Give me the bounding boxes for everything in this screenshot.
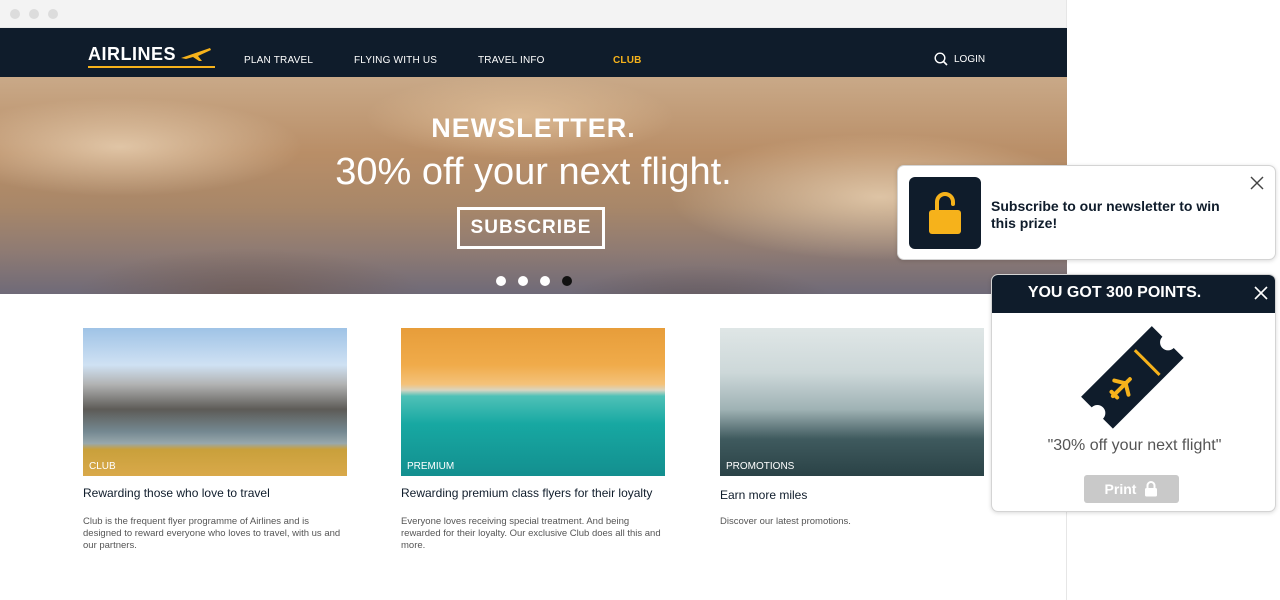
card-text: Everyone loves receiving special treatme… [401,516,661,551]
points-popup: YOU GOT 300 POINTS. "30% off your next f… [991,274,1276,512]
print-button[interactable]: Print [1084,475,1179,503]
search-icon[interactable] [934,52,948,66]
card-image-mountains[interactable]: CLUB [83,328,347,476]
carousel-dot[interactable] [540,276,550,286]
card-image-forest[interactable]: PROMOTIONS [720,328,984,476]
unlock-icon [929,192,961,234]
card-club[interactable]: CLUB Rewarding those who love to travel … [83,328,347,552]
browser-chrome [0,0,1066,28]
window-dot[interactable] [48,9,58,19]
card-title[interactable]: Earn more miles [720,488,984,502]
points-popup-quote: "30% off your next flight" [1047,437,1222,454]
airlines-logo[interactable]: AIRLINES [88,42,215,68]
newsletter-popup-text: Subscribe to our newsletter to win this … [991,198,1220,231]
logo-text: AIRLINES [88,43,177,64]
carousel-dot-active[interactable] [562,276,572,286]
login-label[interactable]: LOGIN [954,54,985,65]
newsletter-popup: Subscribe to our newsletter to win this … [897,165,1276,260]
card-tag: PROMOTIONS [726,461,795,472]
ticket-icon [1081,326,1184,429]
browser-window: AIRLINES PLAN TRAVEL FLYING WITH US TRAV… [0,0,1067,600]
card-promotions[interactable]: PROMOTIONS Earn more miles Discover our … [720,328,984,528]
card-image-beach[interactable]: PREMIUM [401,328,665,476]
window-dot[interactable] [29,9,39,19]
hero-title: NEWSLETTER. [431,113,636,143]
points-popup-title: YOU GOT 300 POINTS. [1027,284,1202,301]
subscribe-button[interactable]: SUBSCRIBE [457,207,605,249]
card-title[interactable]: Rewarding premium class flyers for their… [401,486,665,500]
carousel-dots [496,276,572,286]
card-tag: PREMIUM [407,461,455,472]
points-popup-header: YOU GOT 300 POINTS. [992,275,1275,313]
close-icon[interactable] [1254,286,1268,300]
card-title[interactable]: Rewarding those who love to travel [83,486,347,500]
nav-club[interactable]: CLUB [613,55,642,66]
card-tag: CLUB [89,461,116,472]
lock-icon [1145,481,1158,497]
card-premium[interactable]: PREMIUM Rewarding premium class flyers f… [401,328,665,552]
nav-travel-info[interactable]: TRAVEL INFO [478,55,545,66]
card-text: Club is the frequent flyer programme of … [83,516,341,551]
nav-flying-with-us[interactable]: FLYING WITH US [354,55,437,66]
close-icon[interactable] [1250,176,1264,190]
print-label[interactable]: Print [1105,481,1137,497]
window-dot[interactable] [10,9,20,19]
plane-icon [181,48,212,61]
carousel-dot[interactable] [518,276,528,286]
logo-underline [88,66,215,68]
nav-plan-travel[interactable]: PLAN TRAVEL [244,55,313,66]
top-navigation: AIRLINES PLAN TRAVEL FLYING WITH US TRAV… [0,28,1067,77]
carousel-dot[interactable] [496,276,506,286]
lock-icon-box [909,177,981,249]
card-text: Discover our latest promotions. [720,516,851,527]
login-button[interactable]: LOGIN [934,52,985,66]
